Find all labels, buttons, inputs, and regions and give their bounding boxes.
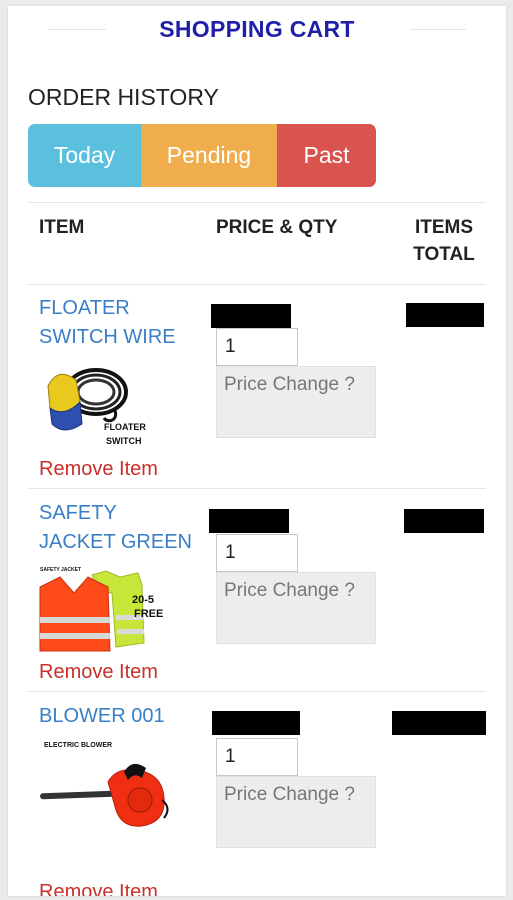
items-total-header-line2: TOTAL (413, 244, 475, 265)
jacket-caption-line2: FREE (134, 608, 163, 620)
jacket-caption-top: SAFETY JACKET (40, 567, 81, 573)
floater-switch-image: FLOATER SWITCH (47, 368, 146, 446)
header-divider (28, 284, 486, 285)
top-bar: SHOPPING CART (8, 6, 506, 50)
item-name-link[interactable]: FLOATER SWITCH WIRE (39, 294, 199, 352)
item-name-line2: SWITCH WIRE (39, 326, 176, 348)
item-name-link[interactable]: SAFETY JACKET GREEN (39, 499, 199, 557)
electric-blower-image: ELECTRIC BLOWER (40, 742, 169, 827)
table-row: BLOWER 001 ELECTRIC BLOWER Remove Item (8, 694, 506, 896)
jacket-caption-line1: 20-5 (132, 594, 154, 606)
item-total-redacted (404, 509, 484, 533)
tab-today[interactable]: Today (28, 124, 141, 187)
blower-caption-top: ELECTRIC BLOWER (44, 742, 112, 749)
item-name-line2: JACKET GREEN (39, 531, 192, 553)
price-change-input[interactable] (216, 776, 376, 848)
tab-past[interactable]: Past (277, 124, 376, 187)
app-screen: SHOPPING CART ORDER HISTORY Today Pendin… (8, 6, 506, 896)
remove-item-link[interactable]: Remove Item (39, 881, 158, 896)
item-name-link[interactable]: BLOWER 001 (39, 702, 199, 731)
items-total-header-line1: ITEMS (414, 217, 474, 238)
safety-jacket-image: SAFETY JACKET 20-5 FREE (39, 567, 163, 652)
remove-item-link[interactable]: Remove Item (39, 661, 158, 684)
item-name-line1: SAFETY (39, 502, 117, 524)
row-divider (28, 691, 486, 692)
quantity-input[interactable] (216, 534, 298, 572)
page-title: SHOPPING CART (159, 16, 355, 42)
quantity-input[interactable] (216, 738, 298, 776)
item-name-line1: FLOATER (39, 297, 130, 319)
tab-pending[interactable]: Pending (141, 124, 277, 187)
column-header-item: ITEM (39, 217, 85, 238)
order-history-tabs: Today Pending Past (28, 124, 376, 187)
price-change-input[interactable] (216, 366, 376, 438)
quantity-input[interactable] (216, 328, 298, 366)
column-header-price-qty: PRICE & QTY (216, 217, 338, 238)
floater-caption-line2: SWITCH (106, 436, 142, 446)
item-name-line1: BLOWER 001 (39, 705, 165, 727)
remove-item-link[interactable]: Remove Item (39, 458, 158, 481)
order-history-title: ORDER HISTORY (28, 84, 219, 110)
unit-price-redacted (212, 711, 300, 735)
unit-price-redacted (211, 304, 291, 328)
table-row: FLOATER SWITCH WIRE FLOATER SWITCH Remov… (8, 286, 506, 486)
column-header-items-total: ITEMS TOTAL (398, 214, 490, 268)
item-total-redacted (406, 303, 484, 327)
price-change-input[interactable] (216, 572, 376, 644)
item-total-redacted (392, 711, 486, 735)
unit-price-redacted (209, 509, 289, 533)
table-top-divider (28, 202, 486, 203)
floater-caption-line1: FLOATER (104, 422, 146, 432)
table-row: SAFETY JACKET GREEN SAFETY JACKET 20-5 F… (8, 491, 506, 691)
row-divider (28, 488, 486, 489)
